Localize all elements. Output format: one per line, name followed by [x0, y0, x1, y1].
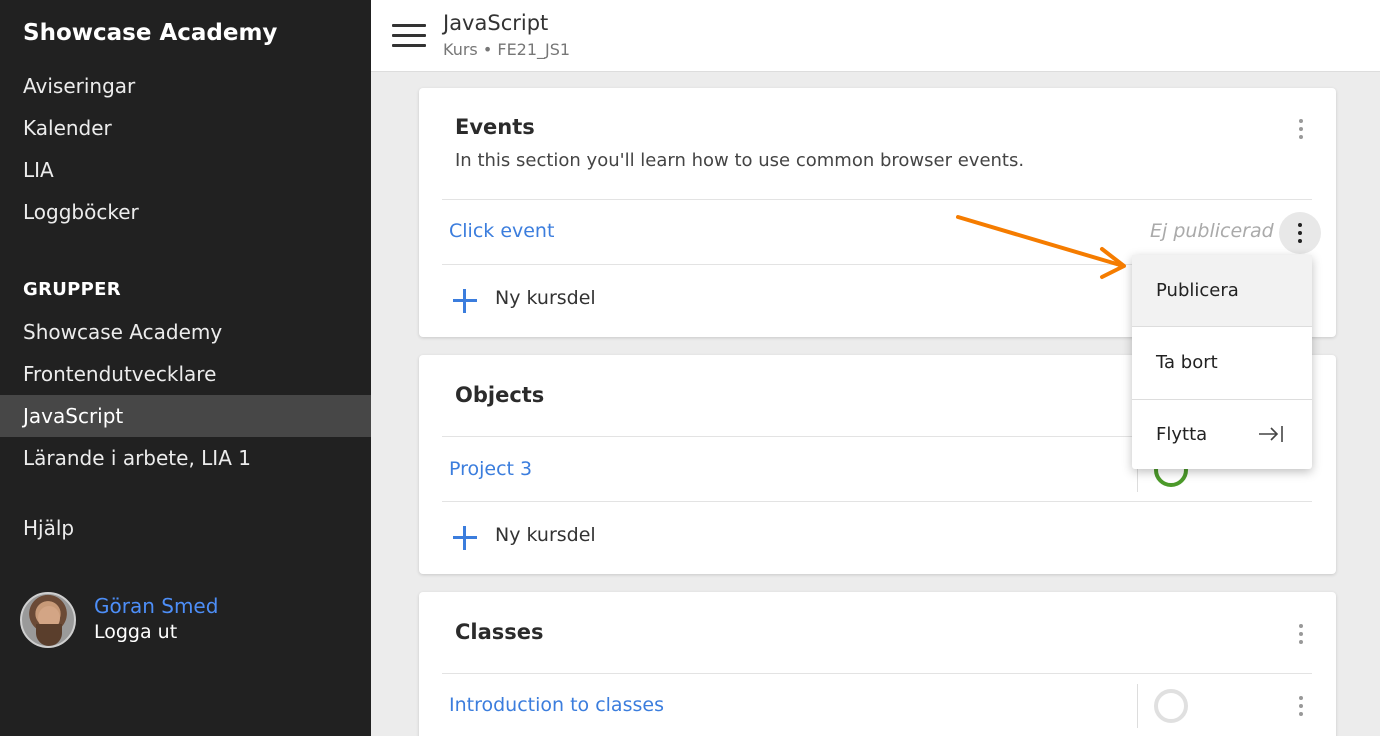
group-item-javascript[interactable]: JavaScript — [0, 395, 371, 437]
menu-item-delete[interactable]: Ta bort — [1132, 327, 1312, 399]
lesson-link[interactable]: Project 3 — [449, 458, 532, 480]
lesson-more-icon[interactable] — [1279, 212, 1321, 254]
section-title: Events — [455, 115, 535, 139]
section-card-classes: Classes Introduction to classes — [419, 592, 1336, 736]
nav-item-aviseringar[interactable]: Aviseringar — [0, 65, 371, 107]
menu-item-move-label: Flytta — [1156, 424, 1208, 445]
menu-item-move[interactable]: Flytta — [1132, 399, 1312, 471]
section-more-icon[interactable] — [1291, 621, 1311, 647]
user-name-link[interactable]: Göran Smed — [94, 594, 218, 618]
groups-heading: GRUPPER — [23, 279, 121, 300]
section-description: In this section you'll learn how to use … — [455, 150, 1025, 171]
unpublished-status: Ej publicerad — [1150, 220, 1274, 242]
course-title: JavaScript — [443, 11, 549, 35]
group-item-showcase-academy[interactable]: Showcase Academy — [0, 311, 371, 353]
add-course-part-label: Ny kursdel — [495, 524, 596, 546]
avatar-beard — [36, 624, 62, 646]
logout-link[interactable]: Logga ut — [94, 621, 177, 643]
section-title: Objects — [455, 383, 545, 407]
avatar[interactable] — [20, 592, 76, 648]
annotation-arrow-icon — [956, 215, 1126, 279]
group-item-larande-i-arbete[interactable]: Lärande i arbete, LIA 1 — [0, 437, 371, 479]
brand-title[interactable]: Showcase Academy — [23, 20, 277, 46]
move-to-end-icon — [1259, 426, 1283, 442]
hamburger-menu-icon[interactable] — [392, 24, 426, 48]
add-course-part-label: Ny kursdel — [495, 287, 596, 309]
plus-icon — [453, 526, 477, 550]
sidebar: Showcase Academy Aviseringar Kalender LI… — [0, 0, 371, 736]
divider — [442, 199, 1312, 200]
nav-item-kalender[interactable]: Kalender — [0, 107, 371, 149]
group-item-frontendutvecklare[interactable]: Frontendutvecklare — [0, 353, 371, 395]
section-more-icon[interactable] — [1291, 116, 1311, 142]
nav-item-help[interactable]: Hjälp — [0, 507, 371, 549]
column-separator — [1137, 684, 1138, 728]
lesson-link[interactable]: Click event — [449, 220, 554, 242]
menu-item-publish[interactable]: Publicera — [1132, 255, 1312, 327]
top-header: JavaScript Kurs • FE21_JS1 — [371, 0, 1380, 72]
lesson-link[interactable]: Introduction to classes — [449, 694, 664, 716]
nav-item-loggbocker[interactable]: Loggböcker — [0, 191, 371, 233]
nav-item-lia[interactable]: LIA — [0, 149, 371, 191]
divider — [442, 673, 1312, 674]
divider — [442, 501, 1312, 502]
section-title: Classes — [455, 620, 544, 644]
lesson-more-icon[interactable] — [1291, 693, 1311, 719]
plus-icon — [453, 289, 477, 313]
incomplete-status-icon[interactable] — [1154, 689, 1188, 723]
lesson-context-menu: Publicera Ta bort Flytta — [1132, 255, 1312, 469]
course-subtitle: Kurs • FE21_JS1 — [443, 40, 571, 59]
